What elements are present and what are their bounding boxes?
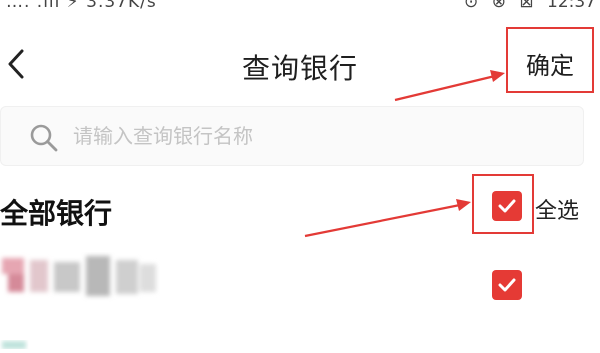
status-right: ⊙ ⊗ ⊠ 12:37 [456,0,596,12]
confirm-button[interactable]: 确定 [506,27,594,93]
status-bar: …. .ııl ⚡ 3.37K/s ⊙ ⊗ ⊠ 12:37 [0,0,600,14]
bank-logo-blurred [0,334,60,349]
bank-logo-blurred [0,252,160,302]
annotation-arrow-line [304,203,461,238]
search-input[interactable] [73,121,553,151]
check-icon [498,199,516,213]
status-icon-2: ⊗ [491,0,506,12]
bank-item-checkbox[interactable] [492,270,522,300]
search-box[interactable] [0,106,584,166]
check-icon [498,278,516,292]
select-all-checkbox[interactable] [492,191,522,221]
select-all-label[interactable]: 全选 [535,193,579,225]
status-icon-1: ⊙ [464,0,479,12]
status-battery-icon: ⊠ [519,0,534,12]
search-icon [30,124,58,152]
annotation-arrowhead [456,199,471,211]
confirm-button-label: 确定 [526,52,574,80]
status-signal-text: …. .ııl ⚡ 3.37K/s [6,0,157,12]
status-time: 12:37 [547,0,596,12]
section-title: 全部银行 [0,197,113,230]
